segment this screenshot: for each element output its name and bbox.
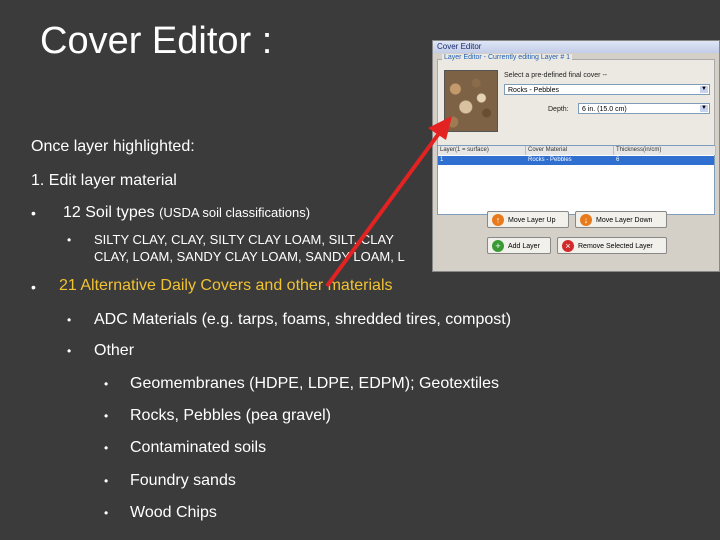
bullet-soil-list: • [67,233,72,247]
remove-selected-layer-button[interactable]: × Remove Selected Layer [557,237,667,254]
table-header-thickness: Thickness(in/cm) [614,146,716,155]
layer-table: Layer(1 = surface) Cover Material Thickn… [437,145,716,215]
depth-select-value: 6 in. (15.0 cm) [582,106,627,113]
table-header-layer: Layer(1 = surface) [438,146,526,155]
bullet-adc: • [31,279,36,295]
select-prompt: Select a pre-defined final cover -- [504,72,608,79]
table-header-material: Cover Material [526,146,614,155]
bullet-other: • [67,344,72,358]
table-cell-layer: 1 [440,157,444,163]
bullet-rocks: • [104,409,109,423]
material-select[interactable]: Rocks - Pebbles ▼ [504,84,710,95]
chevron-down-icon: ▼ [700,86,708,93]
material-select-value: Rocks - Pebbles [508,87,559,94]
window-title: Cover Editor [433,41,719,53]
arrow-up-icon: ↑ [492,214,504,226]
wood-chips-item: Wood Chips [130,504,217,521]
add-layer-button[interactable]: + Add Layer [487,237,551,254]
adc-materials-item: ADC Materials (e.g. tarps, foams, shredd… [94,311,512,328]
arrow-down-icon: ↓ [580,214,592,226]
layer-editor-label: Layer Editor - Currently editing Layer #… [442,54,573,61]
geomembranes-item: Geomembranes (HDPE, LDPE, EDPM); Geotext… [130,375,500,392]
add-layer-label: Add Layer [508,243,540,250]
depth-select[interactable]: 6 in. (15.0 cm) ▼ [578,103,710,114]
step-edit-layer-material: 1. Edit layer material [31,172,177,189]
intro-text: Once layer highlighted: [31,138,195,155]
move-layer-up-button[interactable]: ↑ Move Layer Up [487,211,569,228]
remove-selected-layer-label: Remove Selected Layer [578,243,653,250]
material-texture-preview [444,70,498,132]
soil-types-note: (USDA soil classifications) [159,205,311,220]
table-cell-thickness: 6 [616,157,620,163]
move-layer-up-label: Move Layer Up [508,217,556,224]
cover-editor-window: Cover Editor Layer Editor - Currently ed… [432,40,720,272]
bullet-contaminated: • [104,441,109,455]
other-item: Other [94,342,135,359]
move-layer-down-label: Move Layer Down [596,217,653,224]
soil-types-heading: 12 Soil types [63,204,155,221]
soil-list-line-1: SILTY CLAY, CLAY, SILTY CLAY LOAM, SILT,… [94,232,394,247]
bullet-soil: • [31,205,36,221]
bullet-foundry: • [104,474,109,488]
bullet-adc-materials: • [67,313,72,327]
contaminated-soils-item: Contaminated soils [130,439,267,456]
rocks-pebbles-item: Rocks, Pebbles (pea gravel) [130,407,331,424]
soil-types-item: 12 Soil types (USDA soil classifications… [63,204,310,222]
depth-label: Depth: [548,106,569,113]
slide-title: Cover Editor : [40,20,273,62]
bullet-wood-chips: • [104,506,109,520]
bullet-geomembranes: • [104,377,109,391]
chevron-down-icon: ▼ [700,105,708,112]
adc-heading: 21 Alternative Daily Covers and other ma… [59,277,393,294]
move-layer-down-button[interactable]: ↓ Move Layer Down [575,211,667,228]
plus-icon: + [492,240,504,252]
close-icon: × [562,240,574,252]
table-cell-material: Rocks - Pebbles [528,157,572,163]
soil-list-line-2: CLAY, LOAM, SANDY CLAY LOAM, SANDY LOAM,… [94,249,405,264]
foundry-sands-item: Foundry sands [130,472,236,489]
